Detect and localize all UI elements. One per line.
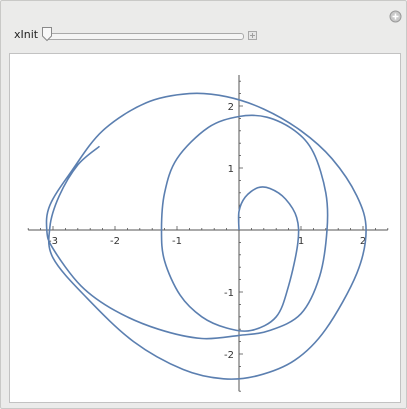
manipulate-panel: xInit -3 -2 -1 1 2 -2 -1 1 2 bbox=[0, 0, 407, 409]
plus-square-icon[interactable] bbox=[248, 31, 257, 40]
plot-area: -3 -2 -1 1 2 -2 -1 1 2 bbox=[9, 53, 401, 403]
y-tick-label: -2 bbox=[224, 350, 234, 361]
xinit-label: xInit bbox=[14, 28, 39, 41]
plus-circle-icon[interactable] bbox=[389, 10, 402, 23]
xinit-slider-thumb[interactable] bbox=[41, 26, 53, 42]
y-tick-label: -1 bbox=[224, 288, 234, 299]
xinit-slider-track[interactable] bbox=[45, 33, 244, 40]
y-tick-label: 2 bbox=[228, 102, 234, 113]
y-tick-label: 1 bbox=[228, 164, 234, 175]
x-tick-label: -2 bbox=[110, 236, 120, 247]
trajectory-curve bbox=[45, 92, 367, 380]
xinit-control: xInit bbox=[1, 25, 406, 45]
parametric-plot: -3 -2 -1 1 2-2-112 bbox=[27, 75, 389, 392]
x-tick-label: -1 bbox=[172, 236, 182, 247]
